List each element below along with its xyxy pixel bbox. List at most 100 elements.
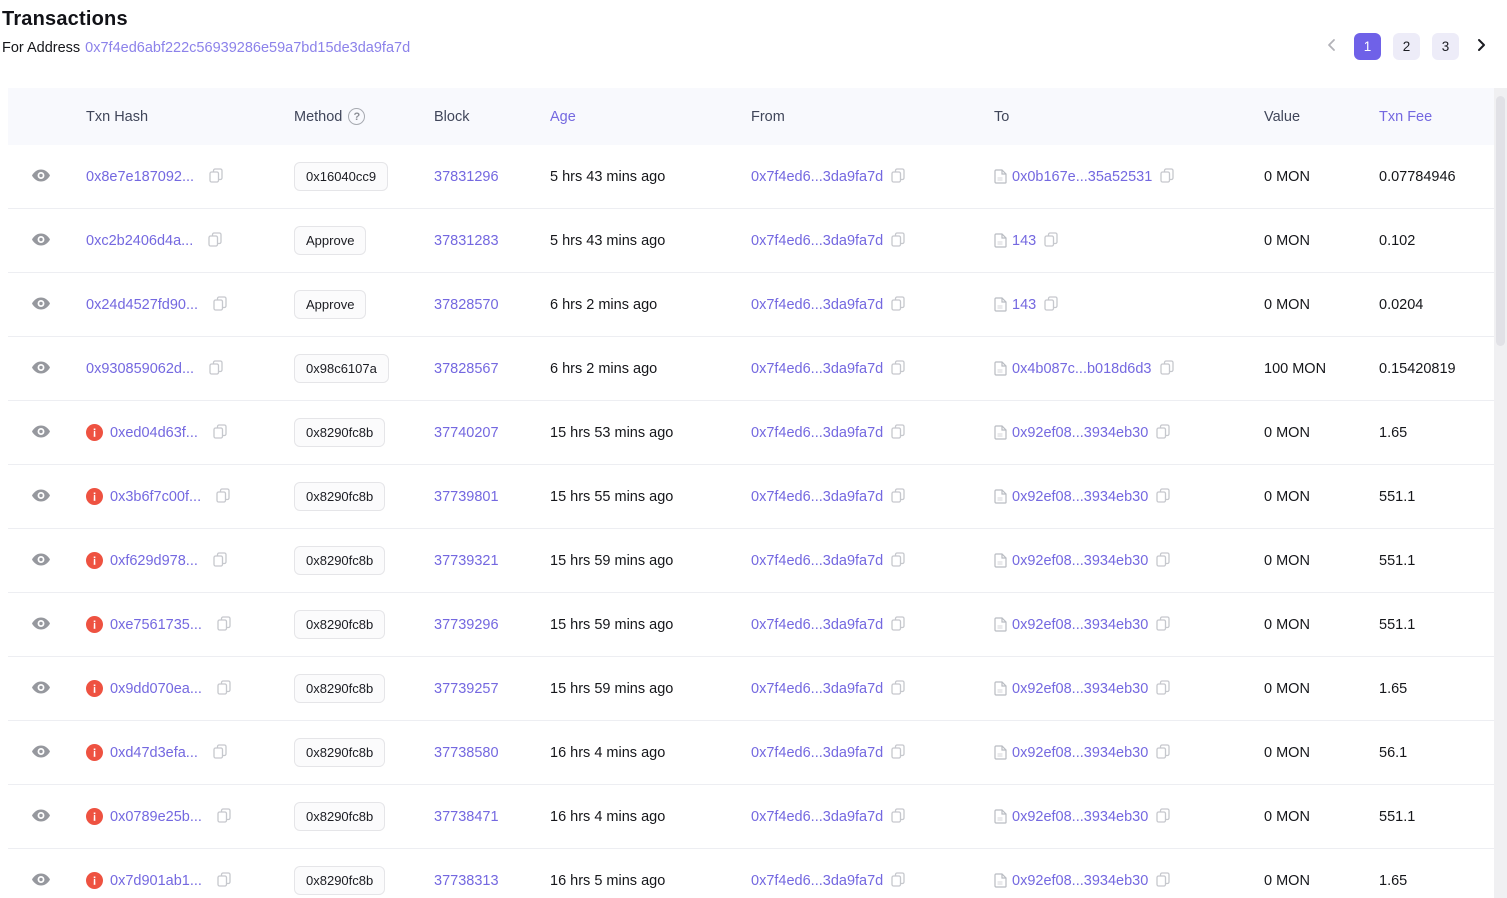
copy-txn-hash-button[interactable] xyxy=(213,424,227,442)
to-address-link[interactable]: 0x92ef08...3934eb30 xyxy=(1012,553,1148,569)
block-link[interactable]: 37739801 xyxy=(434,489,499,505)
from-address-link[interactable]: 0x7f4ed6...3da9fa7d xyxy=(751,233,883,249)
copy-from-address-button[interactable] xyxy=(891,360,905,378)
copy-to-address-button[interactable] xyxy=(1156,680,1170,698)
from-address-link[interactable]: 0x7f4ed6...3da9fa7d xyxy=(751,873,883,889)
txn-hash-link[interactable]: 0x24d4527fd90... xyxy=(86,297,198,313)
copy-from-address-button[interactable] xyxy=(891,808,905,826)
from-address-link[interactable]: 0x7f4ed6...3da9fa7d xyxy=(751,297,883,313)
copy-txn-hash-button[interactable] xyxy=(217,616,231,634)
preview-transaction-button[interactable] xyxy=(30,679,52,699)
copy-txn-hash-button[interactable] xyxy=(217,872,231,890)
prev-page-button[interactable] xyxy=(1322,35,1342,58)
preview-transaction-button[interactable] xyxy=(30,551,52,571)
to-address-link[interactable]: 0x92ef08...3934eb30 xyxy=(1012,873,1148,889)
scrollbar-track[interactable] xyxy=(1494,88,1507,898)
block-link[interactable]: 37831296 xyxy=(434,169,499,185)
to-address-link[interactable]: 0x0b167e...35a52531 xyxy=(1012,169,1152,185)
from-address-link[interactable]: 0x7f4ed6...3da9fa7d xyxy=(751,169,883,185)
from-address-link[interactable]: 0x7f4ed6...3da9fa7d xyxy=(751,617,883,633)
to-address-link[interactable]: 0x92ef08...3934eb30 xyxy=(1012,745,1148,761)
copy-from-address-button[interactable] xyxy=(891,616,905,634)
to-address-link[interactable]: 0x92ef08...3934eb30 xyxy=(1012,425,1148,441)
page-button-2[interactable]: 2 xyxy=(1393,33,1420,60)
next-page-button[interactable] xyxy=(1471,35,1491,58)
txn-hash-link[interactable]: 0x930859062d... xyxy=(86,361,194,377)
preview-transaction-button[interactable] xyxy=(30,231,52,251)
copy-txn-hash-button[interactable] xyxy=(213,296,227,314)
block-link[interactable]: 37828567 xyxy=(434,361,499,377)
preview-transaction-button[interactable] xyxy=(30,423,52,443)
txn-hash-link[interactable]: 0xd47d3efa... xyxy=(110,745,198,761)
copy-txn-hash-button[interactable] xyxy=(216,488,230,506)
block-link[interactable]: 37738580 xyxy=(434,745,499,761)
txn-hash-link[interactable]: 0x8e7e187092... xyxy=(86,169,194,185)
copy-from-address-button[interactable] xyxy=(891,680,905,698)
from-address-link[interactable]: 0x7f4ed6...3da9fa7d xyxy=(751,809,883,825)
to-address-link[interactable]: 0x92ef08...3934eb30 xyxy=(1012,809,1148,825)
copy-from-address-button[interactable] xyxy=(891,168,905,186)
copy-to-address-button[interactable] xyxy=(1156,424,1170,442)
copy-to-address-button[interactable] xyxy=(1156,744,1170,762)
copy-txn-hash-button[interactable] xyxy=(217,680,231,698)
copy-txn-hash-button[interactable] xyxy=(213,552,227,570)
question-circle-icon[interactable]: ? xyxy=(348,108,365,125)
to-address-link[interactable]: 0x92ef08...3934eb30 xyxy=(1012,617,1148,633)
page-button-3[interactable]: 3 xyxy=(1432,33,1459,60)
copy-to-address-button[interactable] xyxy=(1156,552,1170,570)
copy-to-address-button[interactable] xyxy=(1160,168,1174,186)
preview-transaction-button[interactable] xyxy=(30,807,52,827)
preview-transaction-button[interactable] xyxy=(30,359,52,379)
txn-hash-link[interactable]: 0xed04d63f... xyxy=(110,425,198,441)
preview-transaction-button[interactable] xyxy=(30,295,52,315)
from-address-link[interactable]: 0x7f4ed6...3da9fa7d xyxy=(751,489,883,505)
txn-hash-link[interactable]: 0x0789e25b... xyxy=(110,809,202,825)
to-address-link[interactable]: 143 xyxy=(1012,233,1036,249)
to-address-link[interactable]: 0x4b087c...b018d6d3 xyxy=(1012,361,1152,377)
preview-transaction-button[interactable] xyxy=(30,615,52,635)
page-button-1[interactable]: 1 xyxy=(1354,33,1381,60)
copy-from-address-button[interactable] xyxy=(891,488,905,506)
block-link[interactable]: 37739296 xyxy=(434,617,499,633)
copy-to-address-button[interactable] xyxy=(1156,488,1170,506)
copy-txn-hash-button[interactable] xyxy=(208,232,222,250)
from-address-link[interactable]: 0x7f4ed6...3da9fa7d xyxy=(751,681,883,697)
block-link[interactable]: 37739321 xyxy=(434,553,499,569)
copy-to-address-button[interactable] xyxy=(1044,232,1058,250)
copy-from-address-button[interactable] xyxy=(891,744,905,762)
preview-transaction-button[interactable] xyxy=(30,487,52,507)
copy-txn-hash-button[interactable] xyxy=(217,808,231,826)
copy-to-address-button[interactable] xyxy=(1156,616,1170,634)
block-link[interactable]: 37828570 xyxy=(434,297,499,313)
copy-from-address-button[interactable] xyxy=(891,296,905,314)
txn-hash-link[interactable]: 0x9dd070ea... xyxy=(110,681,202,697)
from-address-link[interactable]: 0x7f4ed6...3da9fa7d xyxy=(751,361,883,377)
preview-transaction-button[interactable] xyxy=(30,743,52,763)
copy-from-address-button[interactable] xyxy=(891,424,905,442)
from-address-link[interactable]: 0x7f4ed6...3da9fa7d xyxy=(751,425,883,441)
copy-txn-hash-button[interactable] xyxy=(209,360,223,378)
copy-from-address-button[interactable] xyxy=(891,552,905,570)
address-link[interactable]: 0x7f4ed6abf222c56939286e59a7bd15de3da9fa… xyxy=(85,40,410,56)
copy-from-address-button[interactable] xyxy=(891,872,905,890)
block-link[interactable]: 37738471 xyxy=(434,809,499,825)
copy-to-address-button[interactable] xyxy=(1160,360,1174,378)
block-link[interactable]: 37739257 xyxy=(434,681,499,697)
block-link[interactable]: 37740207 xyxy=(434,425,499,441)
copy-to-address-button[interactable] xyxy=(1156,872,1170,890)
to-address-link[interactable]: 0x92ef08...3934eb30 xyxy=(1012,681,1148,697)
block-link[interactable]: 37831283 xyxy=(434,233,499,249)
to-address-link[interactable]: 0x92ef08...3934eb30 xyxy=(1012,489,1148,505)
txn-hash-link[interactable]: 0x3b6f7c00f... xyxy=(110,489,201,505)
copy-txn-hash-button[interactable] xyxy=(213,744,227,762)
column-header-age[interactable]: Age xyxy=(550,109,751,125)
copy-from-address-button[interactable] xyxy=(891,232,905,250)
preview-transaction-button[interactable] xyxy=(30,167,52,187)
column-header-txn-fee[interactable]: Txn Fee xyxy=(1379,109,1494,125)
copy-txn-hash-button[interactable] xyxy=(209,168,223,186)
block-link[interactable]: 37738313 xyxy=(434,873,499,889)
txn-hash-link[interactable]: 0xc2b2406d4a... xyxy=(86,233,193,249)
copy-to-address-button[interactable] xyxy=(1044,296,1058,314)
preview-transaction-button[interactable] xyxy=(30,871,52,891)
from-address-link[interactable]: 0x7f4ed6...3da9fa7d xyxy=(751,553,883,569)
